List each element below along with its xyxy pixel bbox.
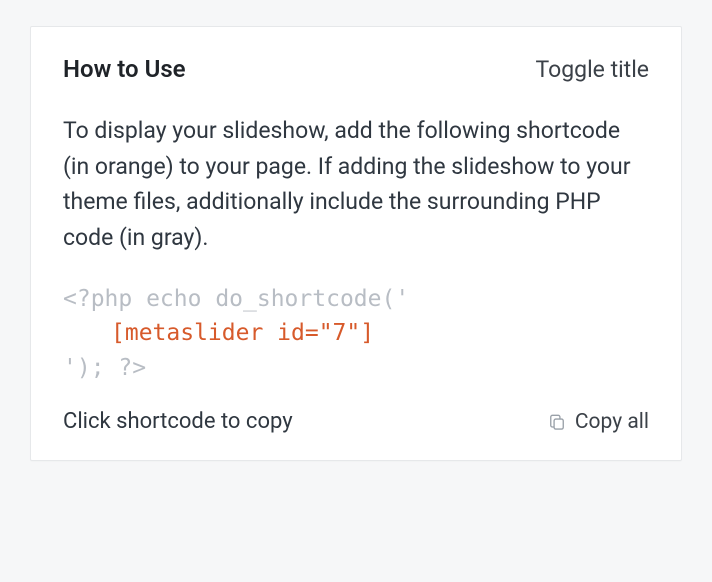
php-close: '); ?> — [63, 355, 146, 381]
shortcode-text[interactable]: [metaslider id="7"] — [111, 320, 374, 346]
copy-all-button[interactable]: Copy all — [547, 410, 649, 434]
code-block: <?php echo do_shortcode(' [metaslider id… — [63, 282, 649, 386]
copy-hint: Click shortcode to copy — [63, 409, 293, 434]
toggle-title-button[interactable]: Toggle title — [536, 56, 649, 83]
card-footer: Click shortcode to copy Copy all — [63, 409, 649, 434]
card-header: How to Use Toggle title — [63, 55, 649, 83]
copy-all-label: Copy all — [575, 410, 649, 434]
how-to-use-card: How to Use Toggle title To display your … — [30, 26, 682, 461]
card-title: How to Use — [63, 55, 186, 83]
page-wrap: How to Use Toggle title To display your … — [0, 0, 712, 582]
copy-icon — [547, 412, 567, 432]
description-text: To display your slideshow, add the follo… — [63, 113, 649, 256]
php-open: <?php echo do_shortcode(' — [63, 286, 409, 312]
